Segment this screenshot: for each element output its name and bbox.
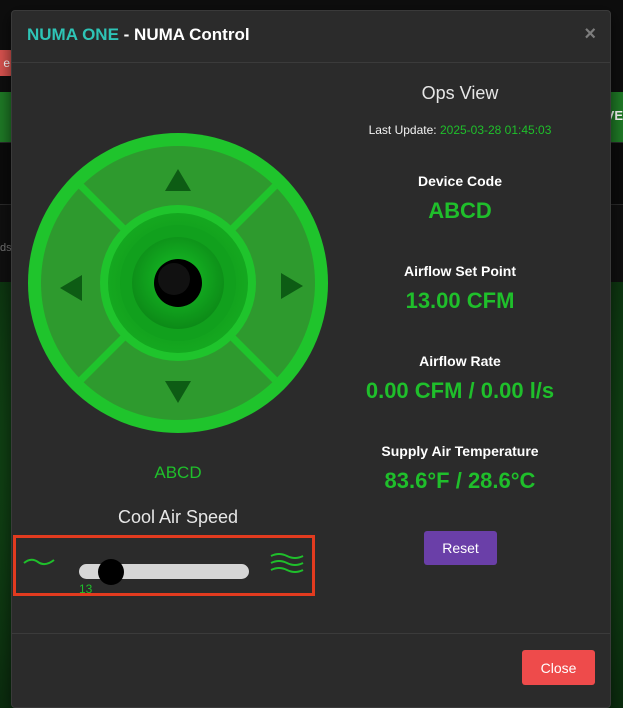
modal-header: NUMA ONE - NUMA Control × bbox=[12, 11, 610, 63]
modal-footer-divider bbox=[12, 633, 610, 634]
directional-joystick bbox=[28, 133, 328, 433]
modal-title-brand: NUMA ONE bbox=[27, 25, 119, 44]
modal-title-text: - NUMA Control bbox=[118, 25, 250, 44]
last-update-timestamp: 2025-03-28 01:45:03 bbox=[439, 123, 552, 137]
joystick-device-label: ABCD bbox=[154, 463, 202, 482]
close-button[interactable]: Close bbox=[522, 650, 595, 685]
airflow-rate-value: 0.00 CFM / 0.00 l/s bbox=[365, 378, 555, 403]
supply-air-temp-value: 83.6°F / 28.6°C bbox=[384, 468, 536, 493]
cool-air-speed-label: Cool Air Speed bbox=[117, 507, 239, 527]
cool-air-speed-control: 13 bbox=[13, 535, 315, 596]
high-airflow-icon bbox=[270, 553, 304, 573]
modal-title: NUMA ONE - NUMA Control bbox=[27, 25, 250, 45]
background-side-text: ds bbox=[0, 242, 12, 254]
airflow-rate-label: Airflow Rate bbox=[419, 353, 501, 369]
airflow-setpoint-label: Airflow Set Point bbox=[404, 263, 516, 279]
speed-slider-handle[interactable] bbox=[98, 559, 124, 585]
last-update-label: Last Update: bbox=[368, 123, 440, 137]
last-update: Last Update: 2025-03-28 01:45:03 bbox=[330, 123, 590, 137]
device-code-label: Device Code bbox=[417, 173, 503, 189]
reset-button[interactable]: Reset bbox=[424, 531, 497, 565]
numa-control-modal: NUMA ONE - NUMA Control × ABCD Cool Air … bbox=[11, 10, 611, 708]
ops-view-title: Ops View bbox=[421, 83, 499, 103]
supply-air-temp-label: Supply Air Temperature bbox=[381, 443, 539, 459]
low-airflow-icon bbox=[23, 558, 55, 566]
speed-slider-value: 13 bbox=[79, 582, 93, 596]
airflow-setpoint-value: 13.00 CFM bbox=[405, 288, 515, 313]
close-icon[interactable]: × bbox=[584, 23, 596, 46]
device-code-value: ABCD bbox=[428, 198, 492, 223]
